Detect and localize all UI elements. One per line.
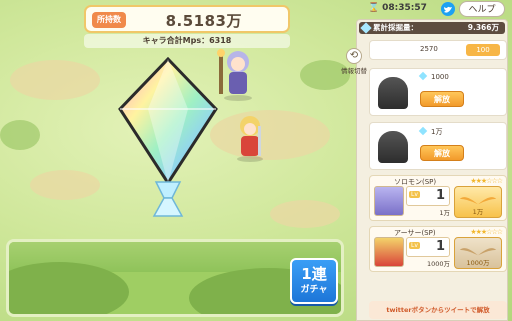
locked-unit-card: 1000 解放	[369, 68, 507, 116]
level-value: 1	[435, 188, 445, 203]
unit-portrait	[374, 237, 404, 267]
dirt-path	[270, 200, 340, 228]
cumulative-value: 9.366万	[467, 23, 499, 32]
twitter-unlock-note[interactable]: twitterボタンからツイートで解放	[369, 301, 507, 319]
gacha-button-count: 1連	[301, 265, 327, 283]
dirt-path	[10, 60, 100, 100]
level-tag: Lv	[409, 242, 420, 249]
upgrade-button[interactable]: 1万	[454, 186, 502, 218]
info-toggle-button[interactable]: ⟲ 情報切替	[339, 48, 369, 76]
owned-count-tag: 所持数	[92, 12, 126, 28]
top-cost-right[interactable]: 100	[466, 44, 500, 56]
wing-icon	[459, 248, 497, 256]
unit-cost: 1000万	[426, 260, 450, 268]
upgrade-cost: 1万	[472, 208, 484, 216]
rarity-stars: ★★★☆☆☆	[470, 177, 503, 185]
gem-icon	[418, 71, 428, 81]
hourglass-icon: ⌛	[368, 3, 380, 13]
upgrade-cost: 1000万	[466, 259, 490, 267]
unit-level: Lv 1	[406, 237, 450, 257]
level-tag: Lv	[409, 191, 420, 198]
refresh-icon: ⟲	[346, 48, 362, 64]
twitter-icon[interactable]	[441, 2, 455, 16]
currency-counter: 所持数 8.5183万	[84, 5, 290, 33]
character-sprite-knight	[237, 116, 263, 162]
rarity-stars: ★★★☆☆☆	[470, 228, 503, 236]
unlock-button[interactable]: 解放	[420, 91, 464, 107]
unit-side-panel: 累計採掘量： 9.366万 2570 100 1000 解放 1万 解放 ソロモ…	[356, 19, 508, 321]
info-toggle-label: 情報切替	[341, 67, 367, 75]
unit-level: Lv 1	[406, 186, 450, 206]
timer-value: 08:35:57	[382, 3, 427, 13]
dirt-path	[30, 170, 100, 200]
cumulative-mined-bar: 累計採掘量： 9.366万	[359, 22, 505, 34]
grass-patch	[0, 120, 40, 150]
single-gacha-button[interactable]: 1連 ガチャ	[290, 258, 338, 304]
unit-cost: 1万	[439, 209, 450, 217]
level-value: 1	[435, 239, 445, 254]
gem-icon	[418, 126, 428, 136]
upgrade-button[interactable]: 1000万	[454, 237, 502, 269]
locked-silhouette	[378, 77, 408, 109]
locked-silhouette	[378, 131, 408, 163]
wing-icon	[459, 197, 497, 205]
help-button[interactable]: ヘルプ	[459, 1, 505, 17]
unlock-button[interactable]: 解放	[420, 145, 464, 161]
unit-card-arthur: アーサー(SP) ★★★☆☆☆ Lv 1 1000万 1000万	[369, 226, 507, 272]
top-cost-left: 2570	[420, 45, 438, 53]
locked-unit-card: 1万 解放	[369, 122, 507, 170]
timer: ⌛ 08:35:57	[368, 3, 427, 17]
crystal-pedestal-icon	[152, 181, 184, 217]
rainbow-crystal-icon[interactable]	[118, 57, 218, 185]
cumulative-label: 累計採掘量：	[373, 23, 418, 32]
unit-card-solomon: ソロモン(SP) ★★★☆☆☆ Lv 1 1万 1万	[369, 175, 507, 221]
character-sprite-mage	[217, 49, 252, 101]
unlock-price: 1000	[418, 71, 449, 81]
gacha-button-label: ガチャ	[300, 285, 328, 295]
gem-icon	[360, 22, 372, 34]
unit-card-partial: 2570 100	[369, 40, 507, 60]
unit-portrait	[374, 186, 404, 216]
unlock-price: 1万	[418, 126, 442, 137]
owned-count-value: 8.5183万	[165, 12, 242, 30]
